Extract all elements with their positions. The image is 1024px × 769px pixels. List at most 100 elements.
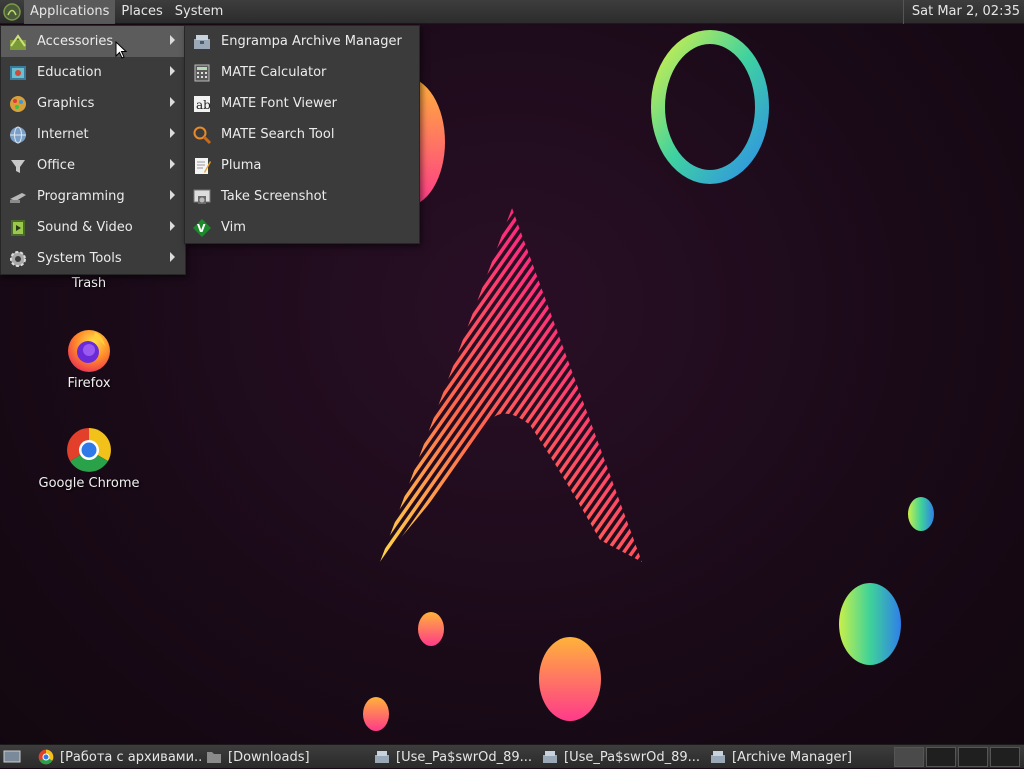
desktop-icon-chrome[interactable]: Google Chrome bbox=[29, 426, 149, 491]
task-label: [Downloads] bbox=[228, 749, 310, 765]
taskbar-task-archive-1[interactable]: [Use_Pa$swrOd_89... bbox=[370, 745, 538, 769]
chevron-right-icon bbox=[170, 159, 175, 169]
education-icon bbox=[7, 62, 29, 84]
menu-item-label: Internet bbox=[37, 127, 89, 142]
taskbar-task-downloads[interactable]: [Downloads] bbox=[202, 745, 370, 769]
mouse-pointer-icon bbox=[115, 41, 128, 59]
folder-icon bbox=[206, 749, 222, 765]
bubble-shape bbox=[418, 612, 444, 646]
desktop-icon-label: Google Chrome bbox=[38, 476, 140, 491]
taskbar-task-chrome[interactable]: [Работа с архивами... bbox=[34, 745, 202, 769]
ring-shape bbox=[651, 30, 769, 184]
applications-dropdown: Accessories Education Graphics Internet … bbox=[0, 25, 186, 275]
chrome-icon bbox=[29, 426, 149, 476]
bubble-shape bbox=[539, 637, 601, 721]
chevron-right-icon bbox=[170, 190, 175, 200]
menu-item-label: Pluma bbox=[221, 158, 262, 173]
menu-item-label: MATE Calculator bbox=[221, 65, 327, 80]
chevron-right-icon bbox=[170, 252, 175, 262]
chevron-right-icon bbox=[170, 97, 175, 107]
menu-category-education[interactable]: Education bbox=[1, 57, 185, 88]
bubble-shape bbox=[908, 497, 934, 531]
menu-category-graphics[interactable]: Graphics bbox=[1, 88, 185, 119]
task-label: [Archive Manager] bbox=[732, 749, 852, 765]
chrome-icon bbox=[38, 749, 54, 765]
bubble-shape bbox=[839, 583, 901, 665]
top-panel: Applications Places System Sat Mar 2, 02… bbox=[0, 0, 1024, 24]
vim-icon: V bbox=[191, 217, 213, 239]
menu-item-label: Graphics bbox=[37, 96, 95, 111]
task-label: [Use_Pa$swrOd_89... bbox=[396, 749, 533, 765]
archive-manager-icon bbox=[542, 749, 558, 765]
system-menu[interactable]: System bbox=[169, 0, 229, 24]
taskbar-task-archive-2[interactable]: [Use_Pa$swrOd_89... bbox=[538, 745, 706, 769]
bubble-shape bbox=[363, 697, 389, 731]
menu-item-screenshot[interactable]: Take Screenshot bbox=[185, 181, 419, 212]
menu-item-vim[interactable]: V Vim bbox=[185, 212, 419, 243]
desktop-icon-label: Firefox bbox=[67, 376, 111, 391]
system-tools-icon bbox=[7, 248, 29, 270]
menu-item-label: MATE Search Tool bbox=[221, 127, 335, 142]
archive-manager-icon bbox=[191, 31, 213, 53]
archive-manager-icon bbox=[374, 749, 390, 765]
workspace-switcher-2[interactable] bbox=[926, 747, 956, 767]
search-tool-icon bbox=[191, 124, 213, 146]
menu-item-label: Vim bbox=[221, 220, 246, 235]
graphics-icon bbox=[7, 93, 29, 115]
screenshot-icon bbox=[191, 186, 213, 208]
svg-text:ab: ab bbox=[196, 98, 211, 112]
font-viewer-icon: ab bbox=[191, 93, 213, 115]
menu-category-system-tools[interactable]: System Tools bbox=[1, 243, 185, 274]
calculator-icon bbox=[191, 62, 213, 84]
workspace-switcher-4[interactable] bbox=[990, 747, 1020, 767]
chevron-right-icon bbox=[170, 66, 175, 76]
menu-item-search-tool[interactable]: MATE Search Tool bbox=[185, 119, 419, 150]
chevron-right-icon bbox=[170, 35, 175, 45]
show-desktop-button[interactable] bbox=[2, 748, 22, 766]
menu-item-pluma[interactable]: Pluma bbox=[185, 150, 419, 181]
menu-category-internet[interactable]: Internet bbox=[1, 119, 185, 150]
sound-video-icon bbox=[7, 217, 29, 239]
menu-item-label: System Tools bbox=[37, 251, 122, 266]
show-desktop-icon bbox=[3, 750, 21, 763]
svg-text:V: V bbox=[197, 222, 206, 235]
arch-logo-shape bbox=[380, 208, 642, 562]
task-label: [Use_Pa$swrOd_89... bbox=[564, 749, 701, 765]
menu-item-label: Engrampa Archive Manager bbox=[221, 34, 402, 49]
workspace-switcher-1[interactable] bbox=[894, 747, 924, 767]
clock[interactable]: Sat Mar 2, 02:35 bbox=[902, 0, 1020, 24]
menu-category-programming[interactable]: Programming bbox=[1, 181, 185, 212]
bottom-panel: [Работа с архивами... [Downloads] [Use_P… bbox=[0, 744, 1024, 768]
chevron-right-icon bbox=[170, 221, 175, 231]
internet-icon bbox=[7, 124, 29, 146]
office-icon bbox=[7, 155, 29, 177]
places-menu[interactable]: Places bbox=[115, 0, 168, 24]
text-editor-icon bbox=[191, 155, 213, 177]
programming-icon bbox=[7, 186, 29, 208]
accessories-icon bbox=[7, 31, 29, 53]
desktop-icon-label: Trash bbox=[71, 276, 107, 291]
workspace-switcher-3[interactable] bbox=[958, 747, 988, 767]
menu-item-label: Accessories bbox=[37, 34, 114, 49]
task-label: [Работа с архивами... bbox=[60, 749, 202, 765]
menu-category-accessories[interactable]: Accessories bbox=[1, 26, 185, 57]
applications-menu[interactable]: Applications bbox=[24, 0, 116, 24]
taskbar-task-archive-manager[interactable]: [Archive Manager] bbox=[706, 745, 886, 769]
menu-item-label: Sound & Video bbox=[37, 220, 133, 235]
archive-manager-icon bbox=[710, 749, 726, 765]
accessories-submenu: Engrampa Archive Manager MATE Calculator… bbox=[184, 25, 420, 244]
menu-item-calculator[interactable]: MATE Calculator bbox=[185, 57, 419, 88]
chevron-right-icon bbox=[170, 128, 175, 138]
menu-category-office[interactable]: Office bbox=[1, 150, 185, 181]
menu-item-label: MATE Font Viewer bbox=[221, 96, 338, 111]
mate-logo-icon[interactable] bbox=[0, 0, 24, 24]
desktop-icon-firefox[interactable]: Firefox bbox=[29, 326, 149, 391]
menu-item-label: Programming bbox=[37, 189, 125, 204]
menu-item-engrampa[interactable]: Engrampa Archive Manager bbox=[185, 26, 419, 57]
firefox-icon bbox=[29, 326, 149, 376]
menu-category-sound-video[interactable]: Sound & Video bbox=[1, 212, 185, 243]
menu-item-font-viewer[interactable]: ab MATE Font Viewer bbox=[185, 88, 419, 119]
menu-item-label: Office bbox=[37, 158, 75, 173]
menu-item-label: Take Screenshot bbox=[221, 189, 327, 204]
menu-item-label: Education bbox=[37, 65, 102, 80]
